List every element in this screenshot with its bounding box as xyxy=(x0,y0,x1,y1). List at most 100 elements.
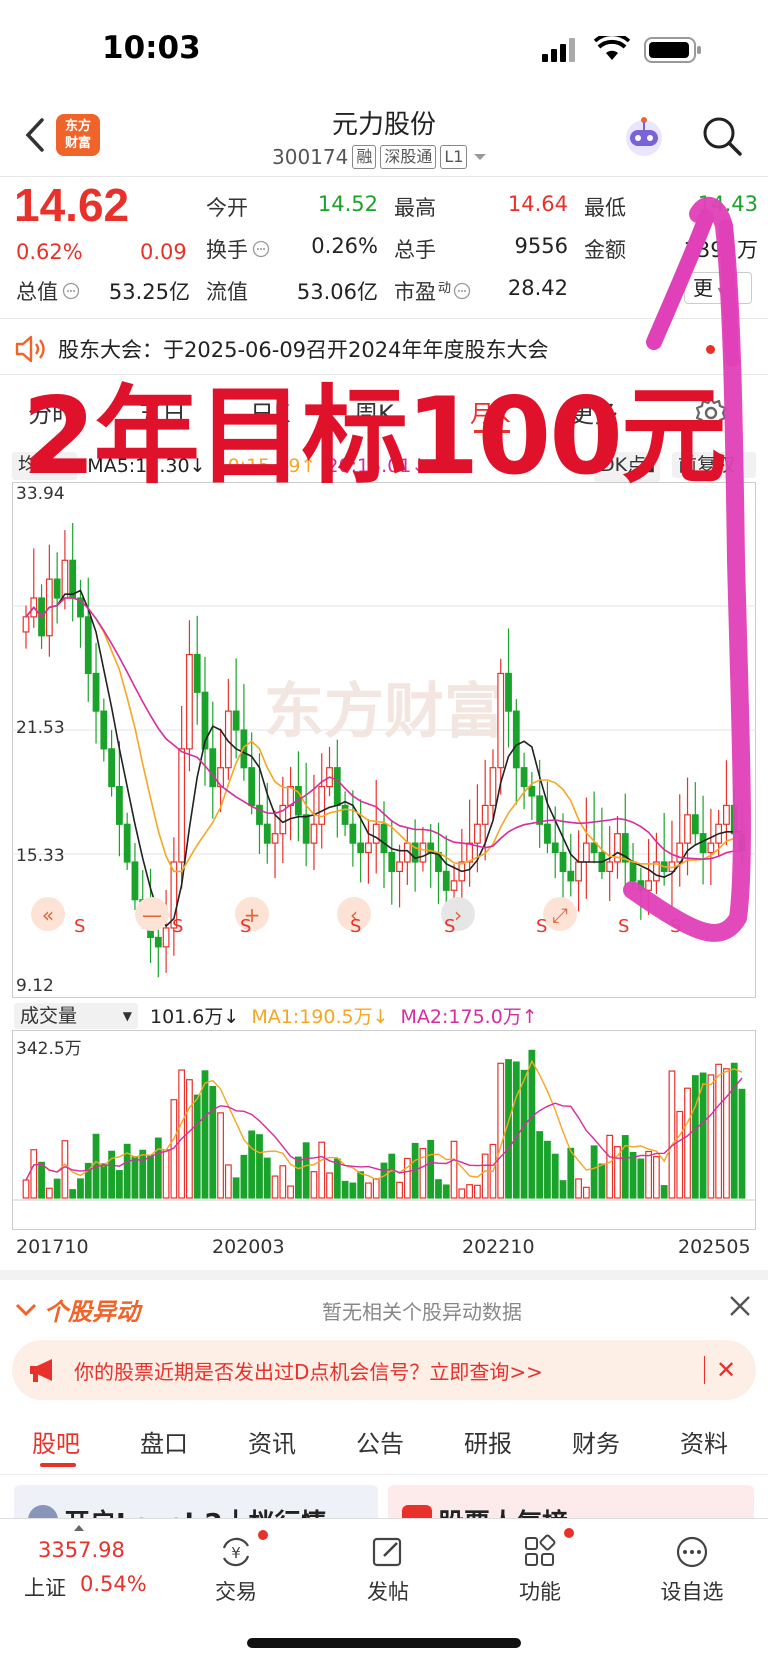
float-cap-label: 流值 xyxy=(206,280,248,304)
candle-body xyxy=(240,729,248,769)
candle-body xyxy=(691,814,699,835)
app-logo: 东方 财富 xyxy=(56,114,100,156)
high-value: 14.64 xyxy=(507,192,568,216)
signal-icon xyxy=(542,38,575,62)
status-time: 10:03 xyxy=(102,30,201,66)
volume-bar xyxy=(575,1178,582,1199)
volume-selector[interactable]: 成交量 ▼ xyxy=(14,1002,138,1029)
change-amount: 0.09 xyxy=(140,240,187,264)
candle-body xyxy=(209,748,217,788)
volume-bar xyxy=(536,1131,544,1199)
caret-up-icon xyxy=(74,1525,84,1531)
volume-bar xyxy=(520,1069,528,1199)
volume-bar xyxy=(154,1137,162,1199)
volume-bar xyxy=(287,1185,295,1199)
volume-bar xyxy=(69,1189,77,1199)
close-icon[interactable] xyxy=(726,1292,754,1320)
chart-watermark: 东方财富 xyxy=(264,677,504,747)
volume-bar xyxy=(310,1171,318,1199)
candle-body xyxy=(357,842,365,854)
tab-research[interactable]: 研报 xyxy=(464,1424,512,1459)
volume-bar xyxy=(365,1182,372,1199)
candle-body xyxy=(388,851,396,873)
candle-body xyxy=(271,833,279,844)
volume-ma2: MA2:175.0万↑ xyxy=(400,1006,538,1028)
candle-body xyxy=(505,672,512,712)
caret-down-icon xyxy=(474,154,487,160)
volume-bar xyxy=(162,1149,170,1199)
content-tab-divider xyxy=(0,1474,768,1475)
volume-bar xyxy=(357,1171,365,1199)
nav-add-watchlist[interactable]: 设自选 xyxy=(632,1534,752,1606)
low-value: 14.43 xyxy=(697,192,758,216)
d-point-banner-text[interactable]: 你的股票近期是否发出过D点机会信号？立即查询>> xyxy=(74,1356,543,1385)
info-icon xyxy=(252,240,270,258)
candle-body xyxy=(186,653,193,750)
candle-body xyxy=(450,880,458,891)
volume-bar xyxy=(396,1181,403,1199)
volume-bar xyxy=(186,1079,193,1199)
turnover-value: 0.26% xyxy=(311,234,378,258)
volume-bar xyxy=(559,1180,567,1199)
nav-functions[interactable]: 功能 xyxy=(480,1534,600,1606)
volume-bar xyxy=(473,1184,481,1199)
abnormal-section-header[interactable]: 个股异动 xyxy=(14,1292,140,1327)
candle-body xyxy=(707,842,715,854)
volume-bar xyxy=(61,1140,69,1199)
stock-code-row[interactable]: 300174 融 深股通 L1 xyxy=(272,142,489,172)
nav-post[interactable]: 发帖 xyxy=(328,1534,448,1606)
more-fields-button[interactable]: 更 ▾ xyxy=(684,272,752,304)
candle-body xyxy=(637,880,645,891)
market-cap-label-wrap[interactable]: 总值 xyxy=(16,276,80,306)
volume-bar xyxy=(598,1163,606,1199)
tab-announcements[interactable]: 公告 xyxy=(356,1424,404,1459)
volume-bar xyxy=(730,1062,738,1199)
volume-bar xyxy=(590,1145,598,1199)
info-icon xyxy=(453,282,471,300)
turnover-label-wrap[interactable]: 换手 xyxy=(206,234,270,264)
pe-label-wrap[interactable]: 市盈 动 xyxy=(394,276,471,306)
quote-divider xyxy=(0,318,768,319)
volume-chart[interactable] xyxy=(12,1030,756,1230)
tab-pankou[interactable]: 盘口 xyxy=(140,1424,188,1459)
tab-finance[interactable]: 财务 xyxy=(572,1424,620,1459)
banner-close-icon[interactable]: ✕ xyxy=(716,1356,736,1384)
volume-bar xyxy=(582,1186,590,1199)
kline-chart[interactable]: 东方财富« — + ‹ › ⤢S S S S S S S S xyxy=(12,482,756,998)
back-button[interactable] xyxy=(18,110,54,160)
functions-badge xyxy=(564,1528,574,1538)
megaphone-icon xyxy=(30,1359,52,1382)
index-value[interactable]: 3357.98 xyxy=(38,1538,125,1562)
candle-body xyxy=(629,861,637,882)
volume-bar xyxy=(707,1074,715,1199)
volume-bar xyxy=(427,1139,435,1199)
candle-body xyxy=(154,936,162,948)
open-label: 今开 xyxy=(206,196,248,220)
search-icon[interactable] xyxy=(700,114,744,158)
y-tick-bottom: 9.12 xyxy=(16,976,54,996)
volume-bar xyxy=(458,1188,466,1199)
volume-bar xyxy=(100,1163,108,1199)
candle-body xyxy=(380,823,388,854)
market-cap-value: 53.25亿 xyxy=(108,280,190,304)
volume-bar xyxy=(466,1184,474,1199)
volume-bar xyxy=(544,1140,551,1199)
sell-marker: S xyxy=(444,916,455,937)
volume-bar xyxy=(551,1153,559,1199)
section-gap xyxy=(0,1270,768,1280)
tab-profile[interactable]: 资料 xyxy=(680,1424,728,1459)
candle-body xyxy=(131,861,139,901)
robot-assistant-icon[interactable] xyxy=(620,112,668,160)
volume-bar xyxy=(178,1069,186,1199)
candle-body xyxy=(349,823,357,844)
tab-guba[interactable]: 股吧 xyxy=(32,1424,80,1459)
trade-badge xyxy=(258,1530,268,1540)
candle-body xyxy=(108,748,116,788)
volume-bar xyxy=(567,1147,575,1199)
volume-current: 101.6万↓ xyxy=(150,1006,240,1028)
volume-bar xyxy=(294,1156,302,1199)
nav-trade[interactable]: ¥ 交易 xyxy=(176,1534,296,1606)
candle-body xyxy=(61,559,69,599)
tab-news[interactable]: 资讯 xyxy=(248,1424,296,1459)
candle-body xyxy=(419,842,427,863)
